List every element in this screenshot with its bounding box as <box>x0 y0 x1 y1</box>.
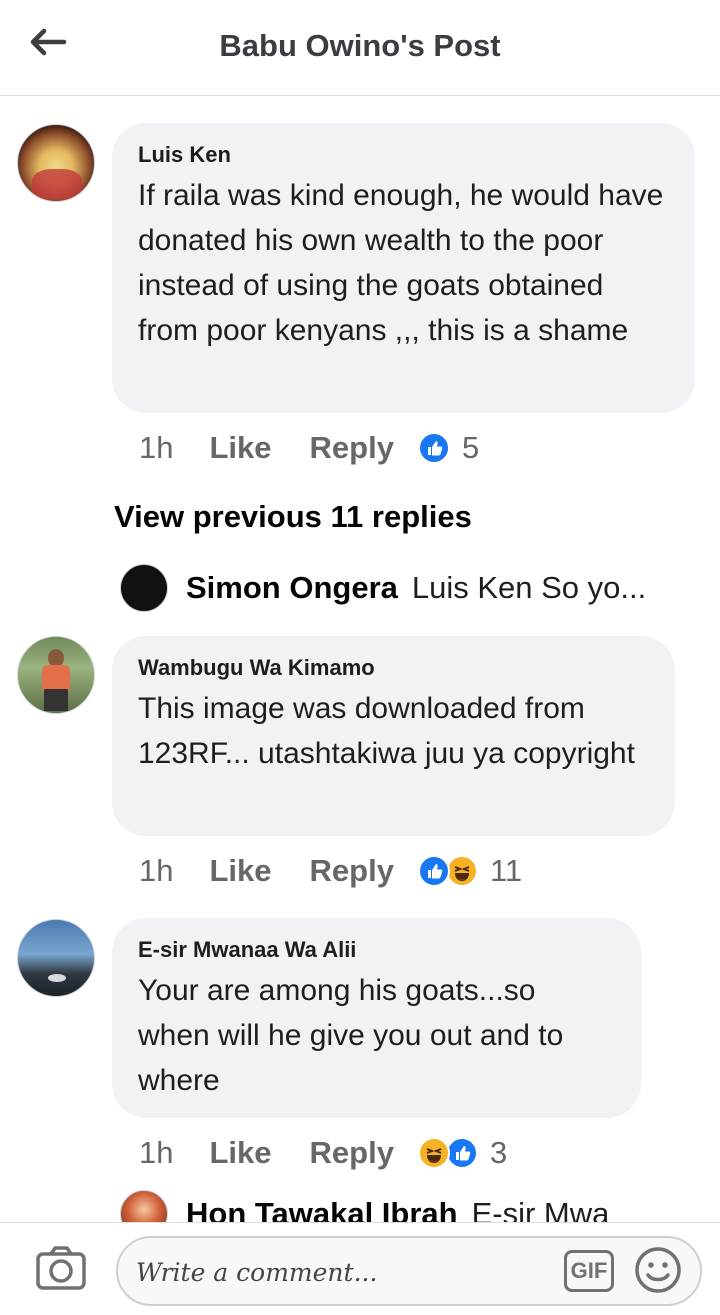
comments-feed[interactable]: Luis Ken If raila was kind enough, he wo… <box>0 97 720 1222</box>
avatar[interactable] <box>120 1190 168 1222</box>
haha-reaction-icon <box>445 855 478 887</box>
comment-text: This image was downloaded from 123RF... … <box>138 692 635 770</box>
haha-reaction-icon <box>417 1137 450 1169</box>
avatar[interactable] <box>120 564 168 612</box>
comment-actions: 1h Like Reply 3 <box>139 1133 507 1173</box>
like-reaction-icon <box>417 855 450 887</box>
comment-bubble[interactable]: E-sir Mwanaa Wa Alii Your are among his … <box>112 918 641 1118</box>
avatar[interactable] <box>17 636 95 714</box>
comment-actions: 1h Like Reply 5 <box>139 428 479 468</box>
comment-timestamp: 1h <box>139 853 174 888</box>
gif-button[interactable]: GIF <box>564 1250 614 1292</box>
reaction-count[interactable]: 11 <box>490 853 522 889</box>
reaction-summary[interactable] <box>417 855 478 887</box>
reply-author[interactable]: Hon Tawakal Ibrah <box>186 1196 458 1222</box>
reply-snippet: E-sir Mwa <box>471 1196 610 1222</box>
reply-snippet: Luis Ken So yo... <box>411 570 647 605</box>
reply-author[interactable]: Simon Ongera <box>186 570 398 606</box>
reply-preview[interactable]: Hon Tawakal Ibrah E-sir Mwa <box>120 1190 609 1222</box>
view-previous-replies-link[interactable]: View previous 11 replies <box>114 499 472 535</box>
camera-icon <box>36 1246 86 1290</box>
reaction-count[interactable]: 3 <box>490 1135 507 1171</box>
avatar[interactable] <box>17 919 95 997</box>
comment-bubble[interactable]: Luis Ken If raila was kind enough, he wo… <box>112 123 695 413</box>
reply-button[interactable]: Reply <box>310 1135 394 1171</box>
comment-actions: 1h Like Reply 11 <box>139 851 522 891</box>
comment-text: If raila was kind enough, he would have … <box>138 179 664 347</box>
comment-author[interactable]: E-sir Mwanaa Wa Alii <box>138 936 615 964</box>
reaction-summary[interactable] <box>417 1137 478 1169</box>
gif-icon: GIF <box>570 1258 608 1283</box>
page-title: Babu Owino's Post <box>219 28 501 63</box>
comment-author[interactable]: Wambugu Wa Kimamo <box>138 654 649 682</box>
camera-button[interactable] <box>34 1243 90 1293</box>
comment-field[interactable]: GIF <box>116 1236 702 1306</box>
like-button[interactable]: Like <box>209 853 271 889</box>
comment-timestamp: 1h <box>139 430 174 465</box>
like-reaction-icon <box>417 432 450 464</box>
like-button[interactable]: Like <box>209 430 271 466</box>
comment-author[interactable]: Luis Ken <box>138 141 669 169</box>
reaction-summary[interactable] <box>417 432 450 464</box>
avatar[interactable] <box>17 124 95 202</box>
comment-text: Your are among his goats...so when will … <box>138 974 564 1097</box>
comment-timestamp: 1h <box>139 1135 174 1170</box>
like-button[interactable]: Like <box>209 1135 271 1171</box>
emoji-icon <box>635 1247 681 1293</box>
reaction-count[interactable]: 5 <box>462 430 479 466</box>
comment-bubble[interactable]: Wambugu Wa Kimamo This image was downloa… <box>112 636 675 836</box>
comment-input[interactable] <box>136 1252 556 1292</box>
reply-preview[interactable]: Simon Ongera Luis Ken So yo... <box>120 564 646 612</box>
emoji-button[interactable] <box>632 1244 684 1296</box>
top-bar: Babu Owino's Post <box>0 0 720 96</box>
comment-composer: GIF <box>0 1222 720 1315</box>
like-reaction-icon <box>445 1137 478 1169</box>
reply-button[interactable]: Reply <box>310 853 394 889</box>
reply-button[interactable]: Reply <box>310 430 394 466</box>
